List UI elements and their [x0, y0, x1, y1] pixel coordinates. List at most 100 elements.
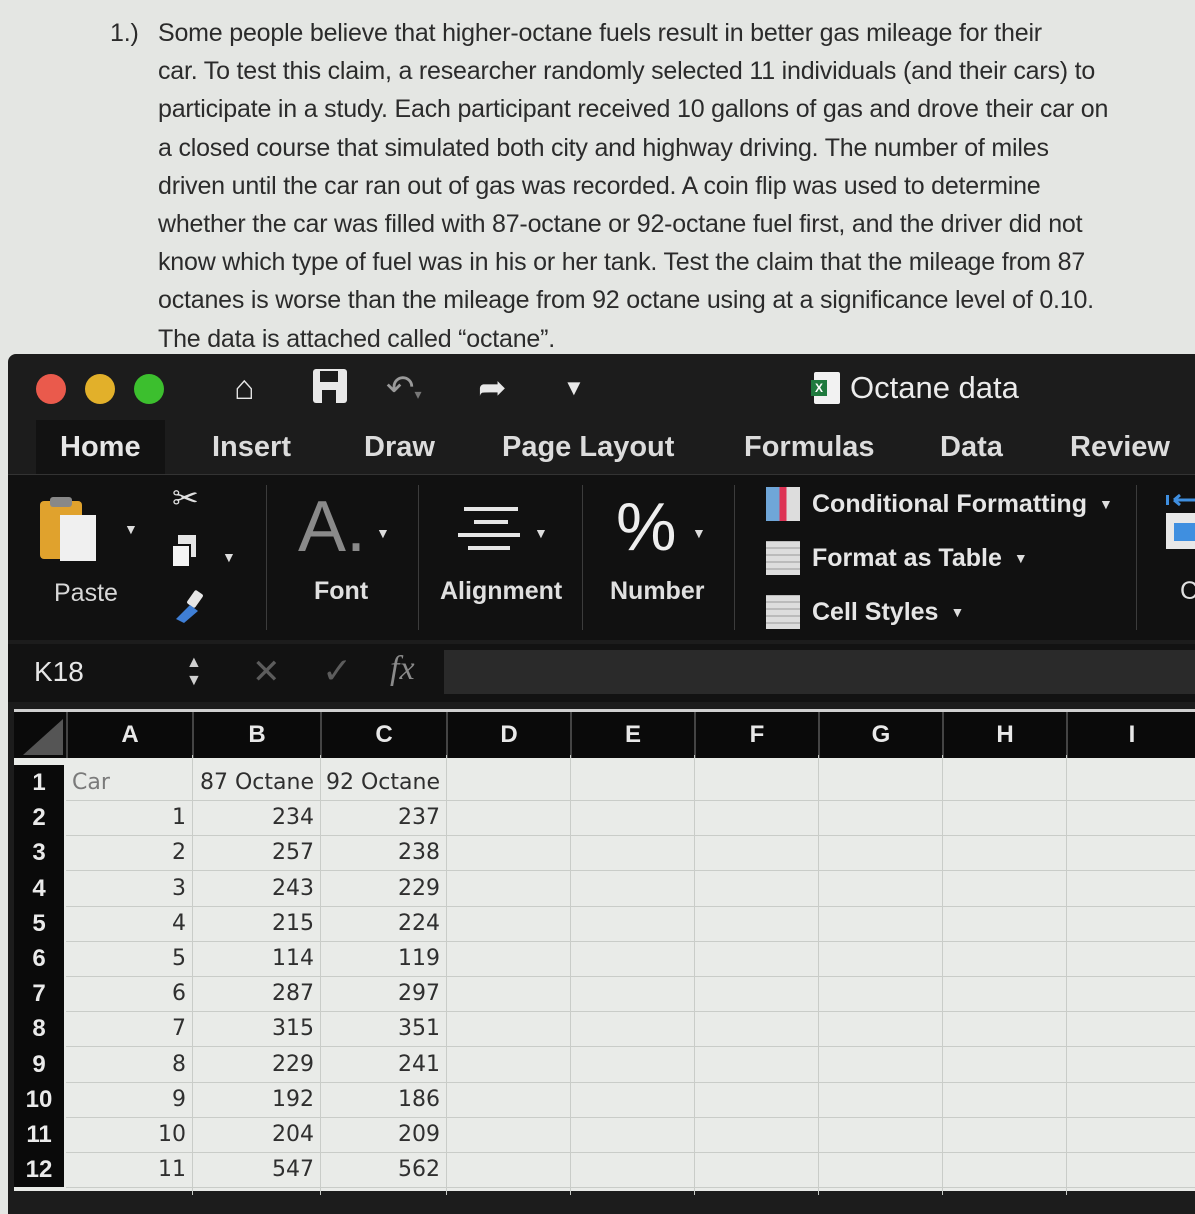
cancel-icon[interactable]: ✕	[252, 652, 281, 692]
format-painter-icon[interactable]	[172, 589, 212, 625]
row-header[interactable]: 1	[14, 765, 64, 801]
row-header[interactable]: 6	[14, 941, 64, 977]
tab-page-layout[interactable]: Page Layout	[478, 420, 698, 474]
table-cell[interactable]: 204	[192, 1117, 320, 1152]
table-cell[interactable]: 10	[66, 1117, 192, 1152]
table-cell[interactable]: 6	[66, 976, 192, 1011]
font-button[interactable]: Font	[314, 577, 368, 606]
row-header[interactable]: 2	[14, 800, 64, 836]
paste-dropdown-icon[interactable]: ▼	[124, 521, 138, 537]
table-cell[interactable]: 114	[192, 941, 320, 976]
table-cell[interactable]: 287	[192, 976, 320, 1011]
table-cell[interactable]: 7	[66, 1011, 192, 1046]
cells-insert-icon[interactable]	[1166, 493, 1195, 553]
alignment-button[interactable]: Alignment	[440, 577, 562, 606]
row-header[interactable]: 4	[14, 870, 64, 906]
font-icon[interactable]: A.	[298, 487, 366, 567]
save-icon[interactable]	[310, 366, 350, 415]
alignment-dropdown-icon[interactable]: ▼	[534, 525, 548, 541]
home-icon[interactable]: ⌂	[234, 368, 255, 408]
name-box-stepper-icon[interactable]: ▲ ▼	[186, 654, 202, 690]
row-header[interactable]: 8	[14, 1011, 64, 1047]
enter-icon[interactable]: ✓	[322, 650, 352, 692]
cell-styles-button[interactable]: Cell Styles ▼	[766, 595, 964, 629]
row-header[interactable]: 9	[14, 1046, 64, 1082]
table-cell[interactable]: 3	[66, 871, 192, 906]
table-cell[interactable]: 215	[192, 906, 320, 941]
redo-icon[interactable]: ➦	[478, 368, 507, 408]
zoom-window-button[interactable]	[134, 374, 164, 404]
number-dropdown-icon[interactable]: ▼	[692, 525, 706, 541]
column-header-a[interactable]: A	[66, 712, 192, 758]
table-cell[interactable]: 562	[320, 1152, 446, 1187]
column-header-g[interactable]: G	[818, 712, 942, 758]
select-all-button[interactable]	[14, 712, 66, 758]
cell-a1[interactable]: Car	[66, 765, 192, 800]
tab-insert[interactable]: Insert	[188, 420, 315, 474]
table-cell[interactable]: 5	[66, 941, 192, 976]
table-cell[interactable]: 4	[66, 906, 192, 941]
row-header[interactable]: 3	[14, 835, 64, 871]
tab-home[interactable]: Home	[36, 420, 165, 474]
column-header-c[interactable]: C	[320, 712, 446, 758]
table-cell[interactable]: 9	[66, 1082, 192, 1117]
column-header-d[interactable]: D	[446, 712, 570, 758]
copy-icon[interactable]	[170, 533, 198, 568]
undo-icon[interactable]: ↶▾	[386, 368, 422, 414]
close-window-button[interactable]	[36, 374, 66, 404]
customize-toolbar-icon[interactable]: ▼	[563, 368, 585, 408]
conditional-formatting-button[interactable]: Conditional Formatting ▼	[766, 487, 1113, 521]
format-as-table-button[interactable]: Format as Table ▼	[766, 541, 1028, 575]
table-cell[interactable]: 237	[320, 800, 446, 835]
row-header[interactable]: 7	[14, 976, 64, 1012]
row-header[interactable]: 10	[14, 1081, 64, 1117]
table-cell[interactable]: 547	[192, 1152, 320, 1187]
table-cell[interactable]: 234	[192, 800, 320, 835]
paste-button[interactable]: Paste	[54, 579, 118, 608]
number-format-icon[interactable]: %	[616, 489, 676, 565]
fx-icon[interactable]: fx	[390, 650, 415, 688]
table-cell[interactable]: 238	[320, 835, 446, 870]
tab-data[interactable]: Data	[916, 420, 1027, 474]
table-cell[interactable]: 1	[66, 800, 192, 835]
table-cell[interactable]: 8	[66, 1047, 192, 1082]
table-cell[interactable]: 209	[320, 1117, 446, 1152]
paste-icon[interactable]	[40, 497, 102, 561]
column-header-i[interactable]: I	[1066, 712, 1195, 758]
table-cell[interactable]: 315	[192, 1011, 320, 1046]
table-cell[interactable]: 257	[192, 835, 320, 870]
alignment-icon[interactable]	[456, 503, 526, 563]
column-header-b[interactable]: B	[192, 712, 320, 758]
tab-formulas[interactable]: Formulas	[720, 420, 899, 474]
cell-b1[interactable]: 87 Octane	[192, 765, 320, 800]
number-button[interactable]: Number	[610, 577, 704, 606]
table-cell[interactable]: 2	[66, 835, 192, 870]
table-cell[interactable]: 229	[192, 1047, 320, 1082]
table-cell[interactable]: 243	[192, 871, 320, 906]
table-cell[interactable]: 229	[320, 871, 446, 906]
cell-c1[interactable]: 92 Octane	[320, 765, 446, 800]
tab-draw[interactable]: Draw	[340, 420, 459, 474]
copy-dropdown-icon[interactable]: ▼	[222, 549, 236, 565]
row-header[interactable]: 12	[14, 1152, 64, 1188]
column-header-h[interactable]: H	[942, 712, 1066, 758]
table-cell[interactable]: 11	[66, 1152, 192, 1187]
table-cell[interactable]: 224	[320, 906, 446, 941]
minimize-window-button[interactable]	[85, 374, 115, 404]
table-cell[interactable]: 297	[320, 976, 446, 1011]
table-row: 11 547 562	[66, 1152, 1195, 1189]
formula-input[interactable]	[444, 650, 1195, 694]
font-dropdown-icon[interactable]: ▼	[376, 525, 390, 541]
name-box[interactable]: K18	[34, 656, 84, 688]
table-cell[interactable]: 119	[320, 941, 446, 976]
tab-review[interactable]: Review	[1046, 420, 1194, 474]
table-cell[interactable]: 186	[320, 1082, 446, 1117]
table-cell[interactable]: 241	[320, 1047, 446, 1082]
row-header[interactable]: 5	[14, 905, 64, 941]
table-cell[interactable]: 192	[192, 1082, 320, 1117]
column-header-e[interactable]: E	[570, 712, 694, 758]
table-cell[interactable]: 351	[320, 1011, 446, 1046]
column-header-f[interactable]: F	[694, 712, 818, 758]
row-header[interactable]: 11	[14, 1117, 64, 1153]
cut-icon[interactable]: ✂	[172, 479, 199, 517]
